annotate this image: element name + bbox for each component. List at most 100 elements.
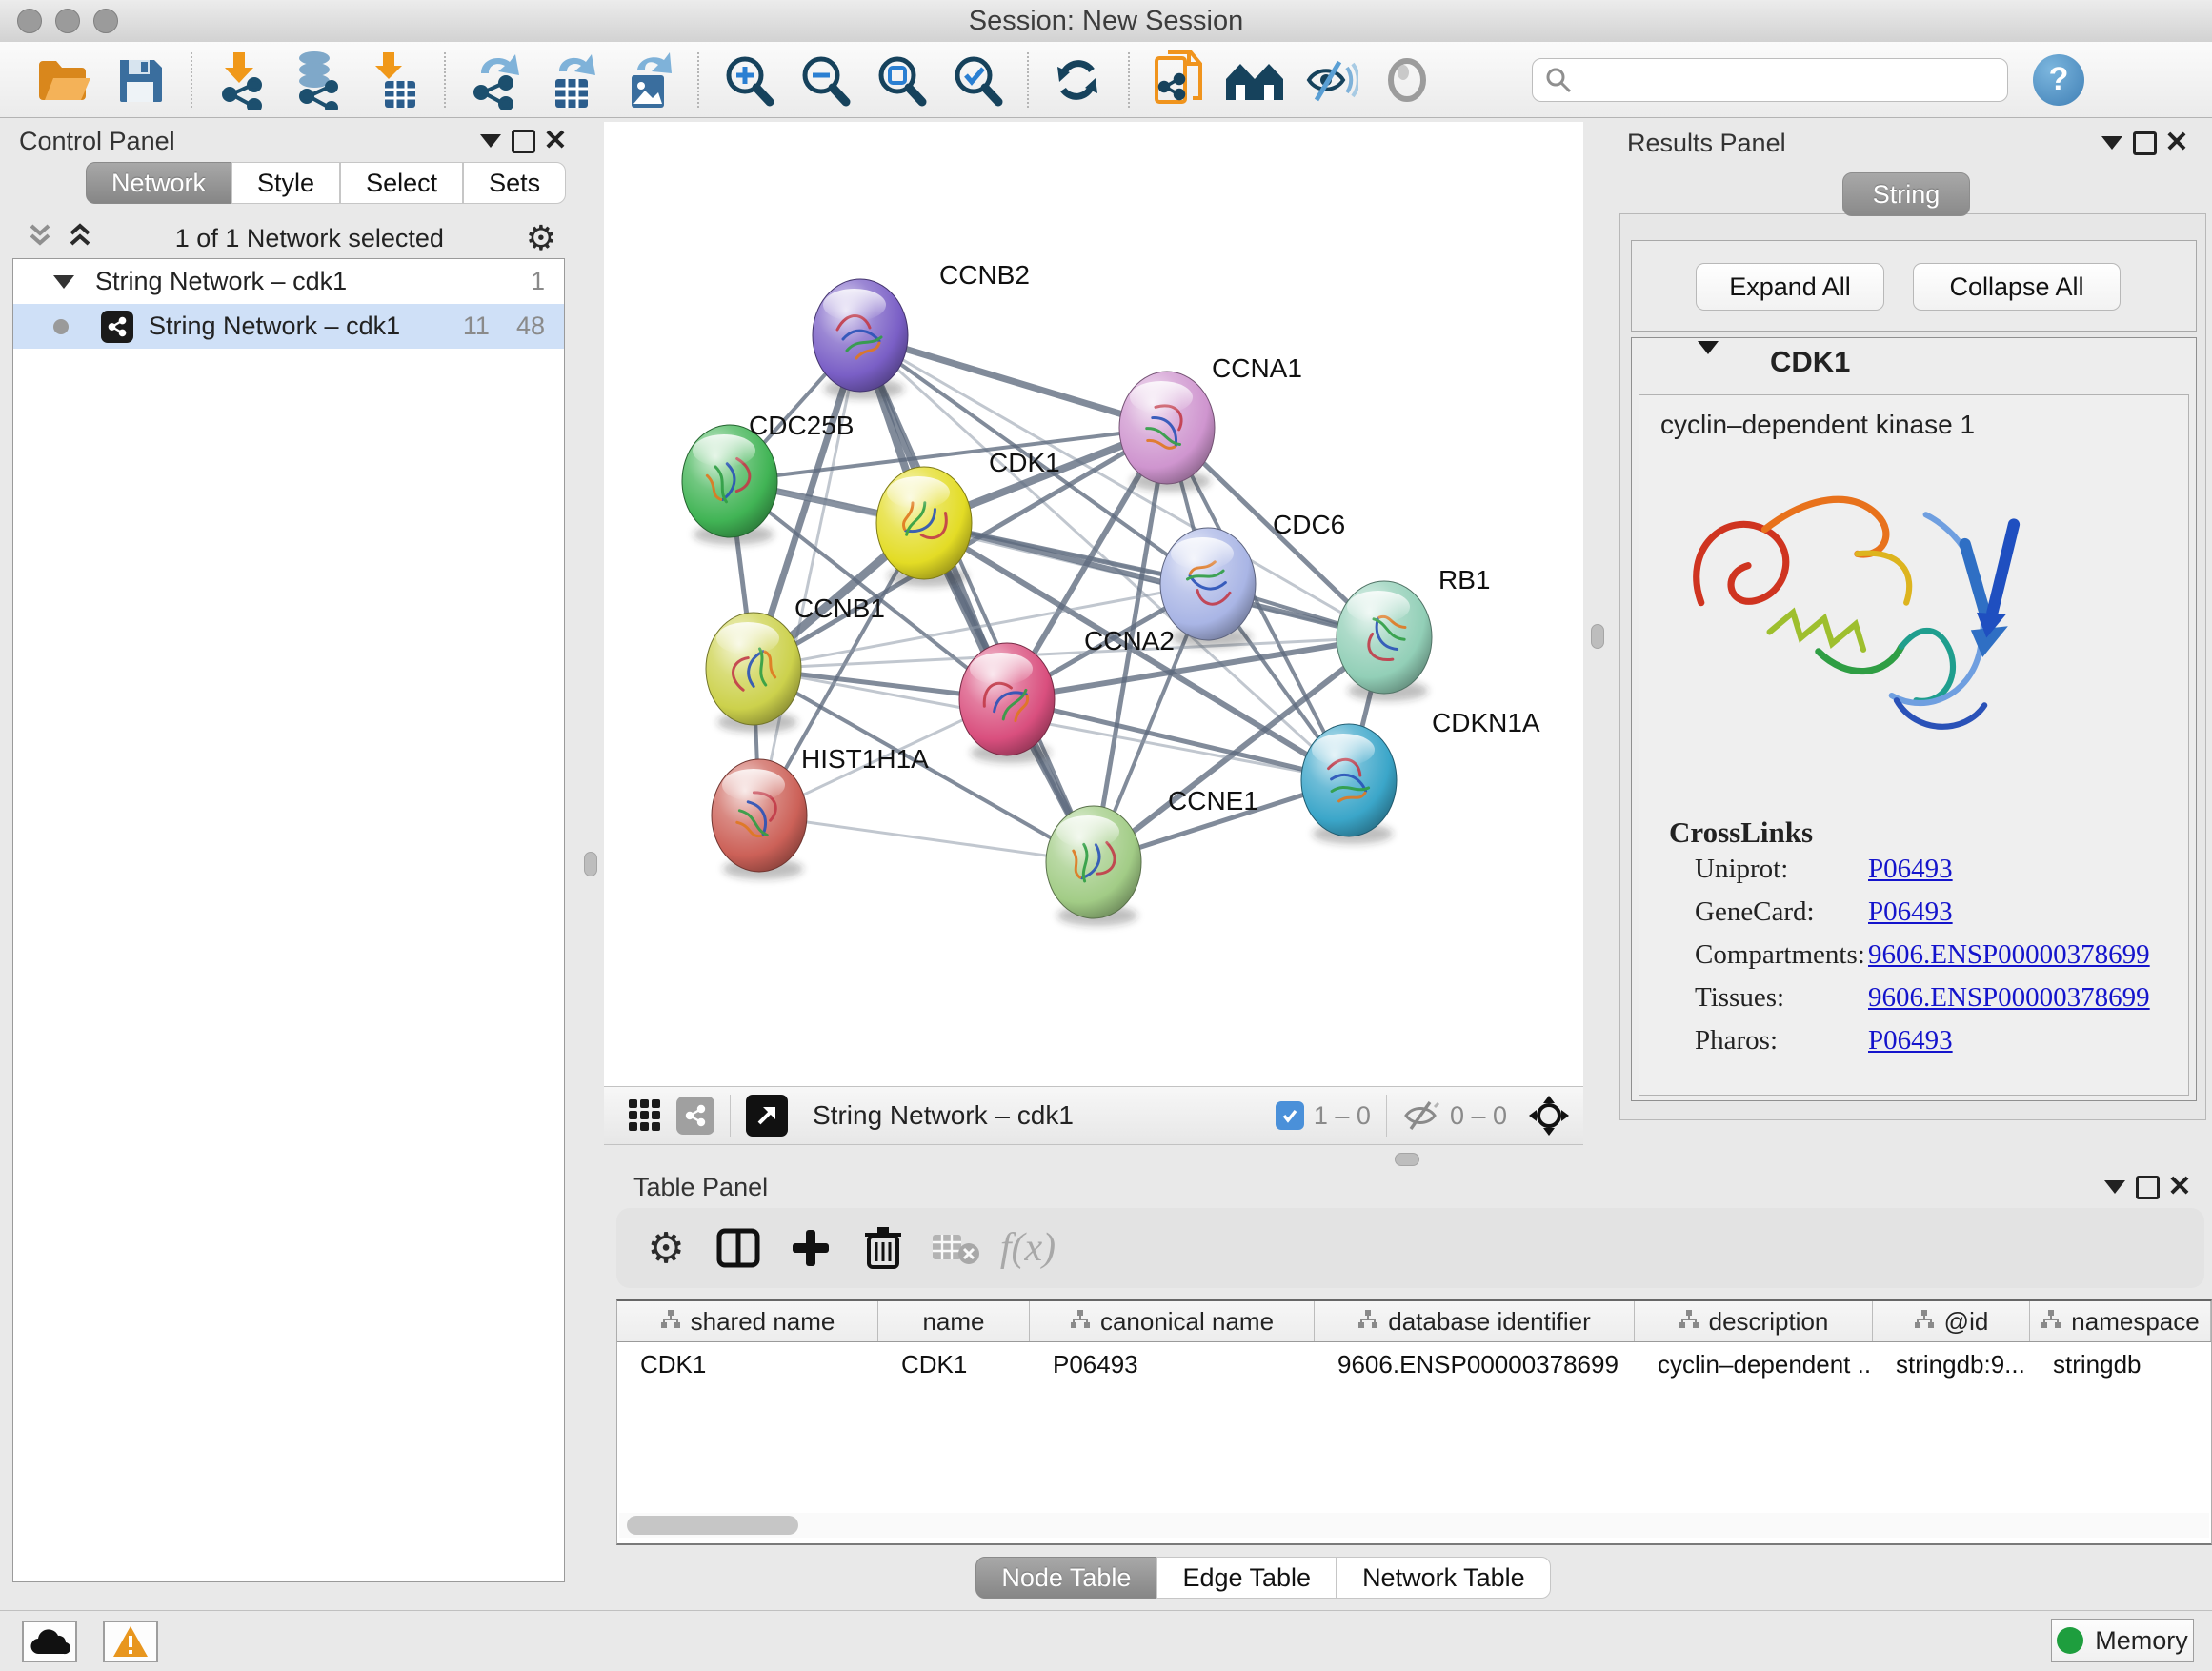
bottom-splitter-handle[interactable] (1395, 1153, 1419, 1166)
network-node-HIST1H1A[interactable] (712, 759, 807, 879)
expand-all-button[interactable]: Expand All (1696, 263, 1884, 311)
network-node-CCNA1[interactable] (1119, 372, 1215, 492)
import-network-file-button[interactable] (210, 50, 272, 111)
crosslink-link[interactable]: P06493 (1868, 1025, 1953, 1056)
column-header-name[interactable]: name (878, 1301, 1030, 1341)
delete-column-button[interactable] (853, 1219, 914, 1277)
table-panel-collapse-button[interactable] (2099, 1173, 2131, 1201)
show-columns-button[interactable] (708, 1219, 769, 1277)
results-panel-collapse-button[interactable] (2096, 129, 2128, 157)
gene-section-expander[interactable] (1698, 354, 1719, 384)
import-network-database-button[interactable] (286, 50, 349, 111)
control-panel-close-button[interactable]: ✕ (539, 127, 572, 155)
network-collection-row[interactable]: String Network – cdk1 1 (13, 259, 564, 304)
column-header-shared-name[interactable]: shared name (617, 1301, 878, 1341)
network-node-CDC25B[interactable] (682, 425, 777, 545)
network-node-CCNE1[interactable] (1046, 806, 1141, 926)
zoom-selected-button[interactable] (945, 50, 1008, 111)
show-grid-button[interactable] (627, 1097, 663, 1134)
hidden-eye-icon[interactable] (1402, 1099, 1440, 1132)
table-options-button[interactable]: ⚙ (635, 1219, 696, 1277)
table-row[interactable]: CDK1CDK1P064939606.ENSP00000378699cyclin… (617, 1342, 2211, 1386)
table-cell[interactable]: CDK1 (878, 1342, 1030, 1386)
home-button[interactable] (1223, 50, 1286, 111)
export-table-button[interactable] (539, 50, 602, 111)
network-node-CCNB1[interactable] (706, 613, 801, 733)
network-edge[interactable] (924, 523, 1384, 637)
table-cell[interactable]: cyclin–dependent ... (1635, 1342, 1873, 1386)
control-panel-collapse-button[interactable] (474, 127, 507, 155)
birds-eye-view-button[interactable] (746, 1095, 788, 1137)
network-snapshot-button[interactable] (1147, 50, 1210, 111)
show-graphics-details-button[interactable] (1376, 50, 1438, 111)
tab-select[interactable]: Select (340, 162, 463, 204)
table-cell[interactable]: stringdb:9... (1873, 1342, 2030, 1386)
double-chevron-down-icon (27, 222, 53, 249)
table-panel-float-button[interactable] (2131, 1173, 2163, 1201)
crosslink-link[interactable]: 9606.ENSP00000378699 (1868, 982, 2150, 1013)
left-splitter-handle[interactable] (584, 852, 597, 876)
network-node-CCNB2[interactable] (813, 279, 908, 399)
table-horizontal-scrollbar[interactable] (619, 1513, 2209, 1538)
table-cell[interactable]: stringdb (2030, 1342, 2211, 1386)
search-field[interactable] (1532, 58, 2008, 102)
create-column-button[interactable] (780, 1219, 841, 1277)
zoom-fit-icon (873, 52, 928, 108)
control-panel-float-button[interactable] (507, 127, 539, 155)
cloud-status-button[interactable] (22, 1621, 77, 1662)
table-panel-close-button[interactable]: ✕ (2163, 1173, 2196, 1201)
tree-expander-icon[interactable] (53, 275, 74, 289)
search-input[interactable] (1573, 60, 2007, 100)
zoom-fit-button[interactable] (869, 50, 932, 111)
right-splitter-handle[interactable] (1591, 624, 1604, 649)
network-options-gear-button[interactable]: ⚙ (526, 219, 556, 258)
table-cell[interactable]: 9606.ENSP00000378699 (1315, 1342, 1635, 1386)
table-cell[interactable]: P06493 (1030, 1342, 1315, 1386)
zoom-out-button[interactable] (793, 50, 855, 111)
network-node-RB1[interactable] (1337, 581, 1432, 701)
warnings-button[interactable] (103, 1621, 158, 1662)
tab-node-table[interactable]: Node Table (975, 1557, 1156, 1599)
selected-checkbox-icon[interactable] (1276, 1101, 1304, 1130)
network-edge[interactable] (759, 815, 1094, 862)
tab-style[interactable]: Style (231, 162, 340, 204)
crosslink-link[interactable]: 9606.ENSP00000378699 (1868, 939, 2150, 970)
help-button[interactable]: ? (2033, 54, 2084, 106)
column-header-namespace[interactable]: namespace (2030, 1301, 2211, 1341)
column-header--id[interactable]: @id (1873, 1301, 2030, 1341)
tab-edge-table[interactable]: Edge Table (1156, 1557, 1337, 1599)
expand-all-networks-button[interactable] (67, 222, 93, 255)
column-header-description[interactable]: description (1635, 1301, 1873, 1341)
delete-table-button[interactable] (925, 1219, 986, 1277)
column-header-database-identifier[interactable]: database identifier (1315, 1301, 1635, 1341)
fit-selected-button[interactable] (1528, 1095, 1570, 1137)
network-edge[interactable] (860, 335, 1094, 862)
results-panel-float-button[interactable] (2128, 129, 2161, 157)
table-cell[interactable]: CDK1 (617, 1342, 878, 1386)
export-image-button[interactable] (615, 50, 678, 111)
string-style-toggle-button[interactable] (676, 1097, 714, 1135)
tab-sets[interactable]: Sets (463, 162, 566, 204)
zoom-in-button[interactable] (716, 50, 779, 111)
crosslink-link[interactable]: P06493 (1868, 854, 1953, 884)
hide-graphics-details-button[interactable] (1299, 50, 1362, 111)
function-builder-button[interactable]: f(x) (997, 1219, 1058, 1277)
collapse-all-networks-button[interactable] (27, 222, 53, 255)
open-session-button[interactable] (32, 50, 95, 111)
save-session-button[interactable] (109, 50, 171, 111)
import-table-file-button[interactable] (362, 50, 425, 111)
crosslink-link[interactable]: P06493 (1868, 896, 1953, 927)
refresh-view-button[interactable] (1046, 50, 1109, 111)
tab-network-table[interactable]: Network Table (1337, 1557, 1551, 1599)
export-network-button[interactable] (463, 50, 526, 111)
network-node-CDKN1A[interactable] (1301, 724, 1397, 844)
tab-network[interactable]: Network (86, 162, 231, 204)
scrollbar-thumb[interactable] (627, 1516, 798, 1535)
network-row-selected[interactable]: String Network – cdk1 11 48 (13, 304, 564, 349)
memory-button[interactable]: Memory (2051, 1619, 2194, 1662)
collapse-all-button[interactable]: Collapse All (1913, 263, 2121, 311)
results-panel-close-button[interactable]: ✕ (2161, 129, 2193, 157)
column-header-canonical-name[interactable]: canonical name (1030, 1301, 1315, 1341)
results-tab-string[interactable]: String (1842, 172, 1970, 216)
network-canvas[interactable]: CCNB2CCNA1CDC25BCDK1CDC6RB1CCNB1CCNA2CDK… (604, 122, 1583, 1086)
